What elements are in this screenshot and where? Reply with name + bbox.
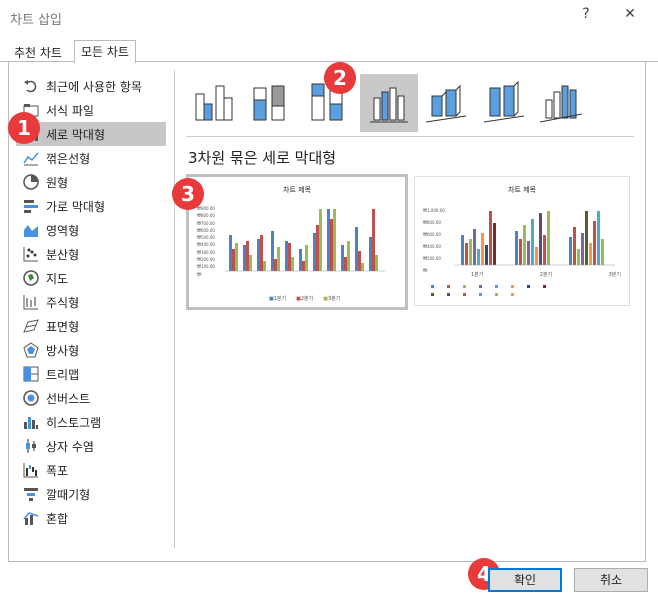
subtype-3d-100-stacked-column[interactable] <box>476 74 534 132</box>
sidebar-item-waterfall[interactable]: 폭포 <box>16 458 166 482</box>
preview-legend: ■1분기 ■2분기 ■3분기 <box>269 296 341 302</box>
preview-y-axis: ₩1,000.00 ₩800.00 ₩600.00 ₩400.00 ₩200.00 ₩- <box>423 208 445 273</box>
divider <box>174 70 175 548</box>
sidebar-item-radar[interactable]: 방사형 <box>16 338 166 362</box>
subtype-3d-column[interactable] <box>534 74 592 132</box>
chart-subtype-row <box>186 74 592 132</box>
scatter-chart-icon <box>22 245 40 263</box>
subtype-heading: 3차원 묶은 세로 막대형 <box>188 149 337 167</box>
sidebar-item-treemap[interactable]: 트리맵 <box>16 362 166 386</box>
pie-chart-icon <box>22 173 40 191</box>
combo-chart-icon <box>22 509 40 527</box>
sidebar-item-label: 분산형 <box>46 247 80 262</box>
waterfall-chart-icon <box>22 461 40 479</box>
subtype-3d-stacked-column[interactable] <box>418 74 476 132</box>
close-button[interactable]: ✕ <box>618 6 642 22</box>
sidebar-item-label: 지도 <box>46 271 69 286</box>
sidebar-item-label: 방사형 <box>46 343 80 358</box>
treemap-chart-icon <box>22 365 40 383</box>
sidebar-item-label: 꺾은선형 <box>46 151 91 166</box>
preview-plot <box>455 211 615 266</box>
sidebar-item-line[interactable]: 꺾은선형 <box>16 146 166 170</box>
sidebar-item-label: 주식형 <box>46 295 80 310</box>
title-bar: 차트 삽입 ? ✕ <box>0 0 658 34</box>
funnel-chart-icon <box>22 485 40 503</box>
sidebar-item-label: 표면형 <box>46 319 80 334</box>
tab-recommended-charts[interactable]: 추천 차트 <box>8 42 68 62</box>
step-badge-2: 2 <box>324 62 356 94</box>
sidebar-item-bar[interactable]: 가로 막대형 <box>16 194 166 218</box>
sidebar-item-label: 영역형 <box>46 223 80 238</box>
preview-y-axis: ₩900.00 ₩800.00 ₩700.00 ₩600.00 ₩500.00 ₩400.… <box>197 206 215 277</box>
sidebar-item-area[interactable]: 영역형 <box>16 218 166 242</box>
sidebar-item-boxwhisker[interactable]: 상자 수염 <box>16 434 166 458</box>
sidebar-item-label: 세로 막대형 <box>46 127 106 142</box>
help-button[interactable]: ? <box>574 6 598 22</box>
chart-type-list: 최근에 사용한 항목 서식 파일 세로 막대형 꺾은선형 원형 가로 막대형 영… <box>16 74 166 530</box>
bar-chart-icon <box>22 197 40 215</box>
sidebar-item-label: 깔때기형 <box>46 487 91 502</box>
area-chart-icon <box>22 221 40 239</box>
sidebar-item-stock[interactable]: 주식형 <box>16 290 166 314</box>
sidebar-item-histogram[interactable]: 히스토그램 <box>16 410 166 434</box>
sidebar-item-funnel[interactable]: 깔때기형 <box>16 482 166 506</box>
preview-legend <box>431 285 546 296</box>
sidebar-item-pie[interactable]: 원형 <box>16 170 166 194</box>
surface-chart-icon <box>22 317 40 335</box>
tab-bar: 추천 차트 모든 차트 <box>0 38 658 63</box>
sidebar-item-surface[interactable]: 표면형 <box>16 314 166 338</box>
cancel-button[interactable]: 취소 <box>574 568 648 592</box>
sidebar-item-sunburst[interactable]: 선버스트 <box>16 386 166 410</box>
sidebar-item-combo[interactable]: 혼합 <box>16 506 166 530</box>
stock-chart-icon <box>22 293 40 311</box>
sidebar-item-label: 선버스트 <box>46 391 91 406</box>
chart-preview-2[interactable]: 차트 제목 ₩1,000.00 ₩800.00 ₩600.00 ₩400.00 ₩200… <box>414 176 630 306</box>
sidebar-item-label: 히스토그램 <box>46 415 102 430</box>
preview-categories: 1분기 2분기 3분기 <box>471 272 621 278</box>
preview-title: 차트 제목 <box>283 186 311 194</box>
sidebar-item-map[interactable]: 지도 <box>16 266 166 290</box>
sidebar-item-recent[interactable]: 최근에 사용한 항목 <box>16 74 166 98</box>
histogram-chart-icon <box>22 413 40 431</box>
sidebar-item-scatter[interactable]: 분산형 <box>16 242 166 266</box>
sidebar-item-label: 트리맵 <box>46 367 80 382</box>
step-badge-3: 3 <box>172 178 204 210</box>
sidebar-item-label: 폭포 <box>46 463 69 478</box>
separator-line <box>186 136 634 137</box>
sidebar-item-label: 혼합 <box>46 511 69 526</box>
ok-button[interactable]: 확인 <box>488 568 562 592</box>
subtype-clustered-column[interactable] <box>186 74 244 132</box>
subtype-stacked-column[interactable] <box>244 74 302 132</box>
sidebar-item-templates[interactable]: 서식 파일 <box>16 98 166 122</box>
map-chart-icon <box>22 269 40 287</box>
undo-icon <box>22 77 40 95</box>
preview-title: 차트 제목 <box>508 186 536 194</box>
line-chart-icon <box>22 149 40 167</box>
window-title: 차트 삽입 <box>10 13 62 28</box>
chart-preview-1[interactable]: 차트 제목 ₩900.00 ₩800.00 ₩700.00 ₩600.00 ₩500.0… <box>186 174 408 310</box>
subtype-3d-clustered-column[interactable] <box>360 74 418 132</box>
preview-plot <box>225 209 385 272</box>
sidebar-item-label: 원형 <box>46 175 69 190</box>
sunburst-chart-icon <box>22 389 40 407</box>
sidebar-item-label: 가로 막대형 <box>46 199 106 214</box>
step-badge-1: 1 <box>8 112 40 144</box>
tab-all-charts[interactable]: 모든 차트 <box>74 40 136 63</box>
sidebar-item-label: 서식 파일 <box>46 103 94 118</box>
sidebar-item-label: 상자 수염 <box>46 439 94 454</box>
sidebar-item-label: 최근에 사용한 항목 <box>46 79 142 94</box>
radar-chart-icon <box>22 341 40 359</box>
boxwhisker-chart-icon <box>22 437 40 455</box>
